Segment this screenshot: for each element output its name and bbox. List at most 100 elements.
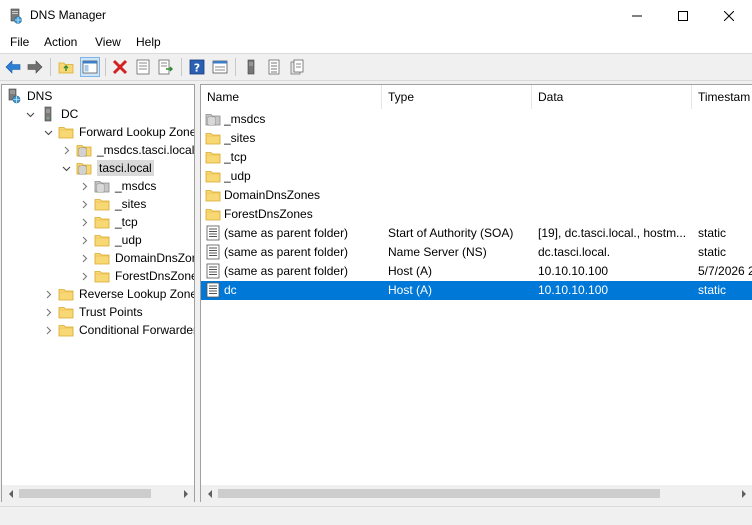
record-row[interactable]: (same as parent folder) Host (A) 10.10.10.… — [201, 262, 752, 281]
help-icon[interactable]: ? — [188, 58, 206, 76]
record-row[interactable]: dc Host (A) 10.10.10.100 static — [201, 281, 752, 300]
tree-expander[interactable] — [60, 144, 72, 156]
chevron-right-icon — [183, 489, 188, 498]
dns-icon — [8, 88, 21, 104]
scroll-right-button[interactable] — [735, 485, 752, 502]
record-row[interactable]: _msdcs — [201, 110, 752, 129]
tree-item[interactable]: DNS — [6, 87, 52, 105]
tree-item[interactable]: DomainDnsZones — [78, 249, 194, 267]
menu-help[interactable]: Help — [136, 35, 161, 49]
column-header-data[interactable]: Data — [532, 85, 692, 109]
tree-item[interactable]: _msdcs — [78, 177, 156, 195]
tree-item[interactable]: Trust Points — [42, 303, 143, 321]
tree-expander[interactable] — [42, 288, 54, 300]
tree-item[interactable]: ForestDnsZones — [78, 267, 194, 285]
tree-expander[interactable] — [78, 234, 90, 246]
tree-horizontal-scrollbar[interactable] — [2, 485, 194, 502]
tree-item[interactable]: tasci.local — [60, 159, 154, 177]
cell-name: _sites — [224, 131, 256, 145]
maximize-button[interactable] — [660, 0, 706, 31]
scroll-thumb[interactable] — [19, 489, 151, 498]
toolbar: ? — [0, 53, 752, 81]
tree-item[interactable]: Reverse Lookup Zones — [42, 285, 194, 303]
tree-expander[interactable] — [42, 126, 54, 138]
record-row[interactable]: ForestDnsZones — [201, 205, 752, 224]
folder-icon — [94, 199, 110, 211]
tree-item[interactable]: Forward Lookup Zones — [42, 123, 194, 141]
menu-file[interactable]: File — [10, 35, 29, 49]
delete-icon[interactable] — [111, 58, 129, 76]
folder-icon — [94, 235, 110, 247]
record-row[interactable]: _sites — [201, 129, 752, 148]
minimize-button[interactable] — [614, 0, 660, 31]
tree-item[interactable]: _tcp — [78, 213, 138, 231]
tree-expander[interactable] — [42, 324, 54, 336]
cell-name: (same as parent folder) — [224, 226, 349, 240]
column-header-type[interactable]: Type — [382, 85, 532, 109]
menu-bar: File Action View Help — [0, 31, 752, 53]
column-header-name[interactable]: Name — [201, 85, 382, 109]
folder-icon — [94, 217, 110, 229]
tree-pane[interactable]: DNS DC Forward Lookup Zones _msdcs.tasci.lo… — [1, 84, 195, 502]
list-horizontal-scrollbar[interactable] — [201, 485, 752, 502]
record-row[interactable]: (same as parent folder) Start of Authorit… — [201, 224, 752, 243]
show-tree-icon[interactable] — [80, 57, 100, 77]
tree-item-label: DomainDnsZones — [115, 251, 194, 265]
grey-zone-icon — [94, 181, 110, 193]
tree-expander[interactable] — [42, 306, 54, 318]
folder-icon — [205, 152, 221, 164]
tree-expander[interactable] — [24, 108, 36, 120]
cell-name: _msdcs — [224, 112, 266, 126]
tree-item[interactable]: DC — [24, 105, 78, 123]
console-icon[interactable] — [211, 58, 229, 76]
scroll-right-button[interactable] — [177, 485, 194, 502]
cell-type: Name Server (NS) — [388, 245, 487, 259]
chevron-down-icon — [44, 130, 52, 135]
cell-name: _tcp — [224, 150, 247, 164]
menu-view[interactable]: View — [95, 35, 121, 49]
copy-icon[interactable] — [288, 58, 306, 76]
folder-icon — [58, 127, 74, 139]
chevron-right-icon — [46, 290, 51, 298]
chevron-right-icon — [82, 182, 87, 190]
records-icon[interactable] — [265, 58, 283, 76]
server-icon — [44, 106, 52, 122]
record-row[interactable]: _udp — [201, 167, 752, 186]
record-icon — [206, 244, 220, 260]
cell-name: ForestDnsZones — [224, 207, 313, 221]
chevron-right-icon — [46, 326, 51, 334]
record-row[interactable]: (same as parent folder) Name Server (NS) d… — [201, 243, 752, 262]
tree-item-label: _sites — [115, 197, 147, 211]
window-title: DNS Manager — [30, 8, 107, 22]
records-list[interactable]: Name Type Data Timestam _msdcs _sites _tcp… — [200, 84, 752, 502]
scroll-left-button[interactable] — [201, 485, 218, 502]
menu-action[interactable]: Action — [44, 35, 77, 49]
cell-type: Start of Authority (SOA) — [388, 226, 514, 240]
record-row[interactable]: _tcp — [201, 148, 752, 167]
scroll-left-button[interactable] — [2, 485, 19, 502]
up-folder-icon[interactable] — [57, 58, 75, 76]
forward-arrow-icon[interactable] — [26, 58, 44, 76]
chevron-left-icon — [8, 489, 13, 498]
scroll-thumb[interactable] — [218, 489, 660, 498]
tree-expander[interactable] — [78, 198, 90, 210]
column-header-timestamp[interactable]: Timestam — [692, 85, 752, 109]
tree-expander[interactable] — [78, 216, 90, 228]
folder-icon — [58, 289, 74, 301]
tree-item[interactable]: _udp — [78, 231, 142, 249]
record-row[interactable]: DomainDnsZones — [201, 186, 752, 205]
tree-expander[interactable] — [78, 180, 90, 192]
tree-item[interactable]: Conditional Forwarders — [42, 321, 194, 339]
tree-expander[interactable] — [78, 252, 90, 264]
properties-icon[interactable] — [134, 58, 152, 76]
tree-expander[interactable] — [78, 270, 90, 282]
chevron-down-icon — [62, 166, 70, 171]
tree-expander[interactable] — [60, 162, 72, 174]
close-button[interactable] — [706, 0, 752, 31]
export-icon[interactable] — [157, 58, 175, 76]
server-icon[interactable] — [242, 58, 260, 76]
tree-item[interactable]: _sites — [78, 195, 146, 213]
zone-icon — [76, 145, 92, 157]
tree-item[interactable]: _msdcs.tasci.local — [60, 141, 194, 159]
back-arrow-icon[interactable] — [4, 58, 22, 76]
